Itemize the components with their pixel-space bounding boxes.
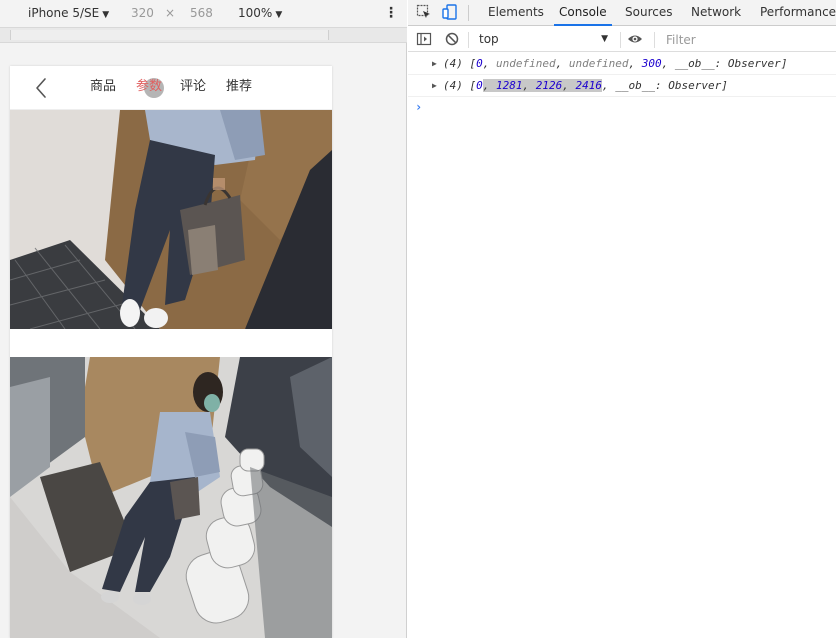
tab-recommend[interactable]: 推荐: [226, 79, 252, 95]
array-value: 0: [476, 57, 483, 70]
context-value: top: [479, 32, 499, 46]
expand-triangle-icon[interactable]: ▶: [432, 75, 437, 97]
tab-elements[interactable]: Elements: [488, 0, 544, 26]
dropdown-caret-icon: ▼: [275, 10, 283, 20]
more-options-icon[interactable]: ⋮: [384, 5, 398, 21]
tab-network[interactable]: Network: [691, 0, 741, 26]
array-length: (4): [443, 79, 463, 92]
zoom-select[interactable]: 100% ▼: [238, 5, 282, 23]
console-output: ▶ (4) [0, undefined, undefined, 300, __o…: [408, 53, 836, 638]
array-value: 2416: [575, 79, 603, 92]
console-filter-input[interactable]: [660, 30, 832, 49]
zoom-value: 100%: [238, 6, 273, 20]
product-photo: [10, 357, 332, 638]
bracket: ]: [780, 57, 788, 70]
tab-comments[interactable]: 评论: [180, 79, 206, 95]
observer-property: __ob__: Observer: [674, 57, 781, 70]
array-value: undefined: [496, 57, 556, 70]
array-value: 1281: [496, 79, 523, 92]
toolbar-divider: [620, 32, 621, 48]
tab-params[interactable]: 参数: [136, 79, 162, 95]
clear-console-icon[interactable]: [444, 31, 460, 47]
selection-highlight: , 1281, 2126, 2416: [482, 79, 603, 92]
phone-viewport: 商品 参数 评论 推荐: [10, 66, 332, 638]
toolbar-divider: [468, 32, 469, 48]
execution-context-select[interactable]: top ▼: [474, 31, 612, 48]
tab-sources[interactable]: Sources: [625, 0, 672, 26]
console-toolbar: top ▼: [408, 27, 836, 52]
product-photo: [10, 110, 332, 329]
console-prompt-icon[interactable]: ›: [415, 100, 422, 114]
log-content: (4) [0, undefined, undefined, 300, __ob_…: [443, 57, 788, 70]
tab-product[interactable]: 商品: [90, 79, 116, 95]
tab-performance[interactable]: Performance: [760, 0, 836, 26]
bracket: ]: [721, 79, 728, 92]
devtools-panel: Elements Console Sources Network Perform…: [408, 0, 836, 638]
device-height-input[interactable]: 568: [190, 5, 213, 21]
array-length: (4): [443, 57, 463, 70]
sidebar-toggle-icon[interactable]: [416, 31, 432, 47]
device-name: iPhone 5/SE: [28, 6, 100, 20]
device-toolbar: iPhone 5/SE ▼ 320 × 568 100% ▼ ⋮: [0, 0, 407, 27]
device-select[interactable]: iPhone 5/SE ▼: [28, 5, 109, 23]
live-expression-eye-icon[interactable]: [627, 31, 643, 47]
array-value: 300: [641, 57, 662, 70]
console-log-entry[interactable]: ▶ (4) [0, undefined, undefined, 300, __o…: [408, 53, 836, 75]
browser-window: iPhone 5/SE ▼ 320 × 568 100% ▼ ⋮ 商品 参数 评论 …: [0, 0, 836, 638]
media-query-ruler: [0, 27, 407, 43]
device-toggle-icon[interactable]: [442, 4, 458, 20]
inspect-element-icon[interactable]: [416, 4, 432, 20]
device-emulation-pane: iPhone 5/SE ▼ 320 × 568 100% ▼ ⋮ 商品 参数 评论 …: [0, 0, 407, 638]
tab-console[interactable]: Console: [554, 0, 612, 26]
log-content: (4) [0, 1281, 2126, 2416, __ob__: Observ…: [443, 79, 728, 92]
observer-property: __ob__: Observer: [615, 79, 722, 92]
devtools-tab-bar: Elements Console Sources Network Perform…: [408, 0, 836, 26]
array-value: 0: [476, 79, 483, 92]
array-value: 2126: [535, 79, 563, 92]
toolbar-divider: [654, 32, 655, 48]
array-value: undefined: [568, 57, 629, 70]
product-nav-bar: 商品 参数 评论 推荐: [10, 66, 332, 110]
toolbar-divider: [468, 5, 469, 21]
console-log-entry[interactable]: ▶ (4) [0, 1281, 2126, 2416, __ob__: Obse…: [408, 75, 836, 97]
dimension-separator: ×: [165, 6, 176, 20]
device-width-input[interactable]: 320: [131, 5, 154, 21]
dropdown-caret-icon: ▼: [601, 34, 608, 44]
dropdown-caret-icon: ▼: [102, 10, 110, 20]
back-arrow-icon[interactable]: [32, 76, 52, 100]
expand-triangle-icon[interactable]: ▶: [432, 53, 437, 75]
